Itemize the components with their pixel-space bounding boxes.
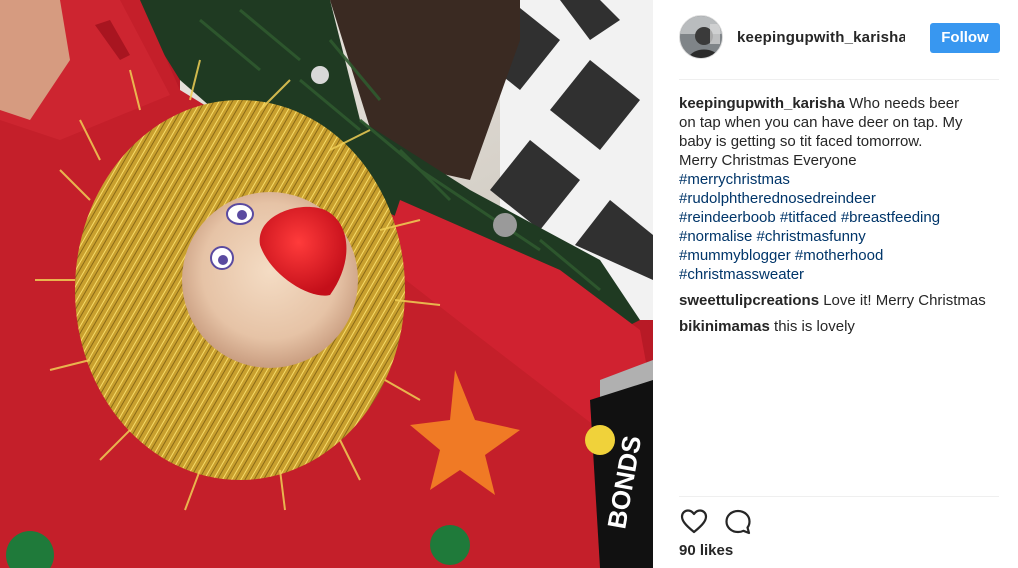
- comment-bubble-icon[interactable]: [723, 507, 753, 537]
- caption-text-line: Who needs beer: [849, 95, 960, 112]
- post-sidebar: keepingupwith_karisha Follow keepingupwi…: [653, 0, 1018, 568]
- hashtag-line: #merrychristmas: [679, 170, 999, 189]
- comment-item: bikinimamas this is lovely: [679, 317, 999, 336]
- instagram-post: BONDS keepingupwith_karisha Follow keepi…: [0, 0, 1018, 568]
- hashtag-link[interactable]: #mummyblogger: [679, 247, 791, 264]
- header-username-link[interactable]: keepingupwith_karisha: [737, 29, 905, 46]
- comment-text: this is lovely: [774, 318, 855, 335]
- hashtag-line: #reindeerboob #titfaced #breastfeeding: [679, 208, 999, 227]
- hashtag-link[interactable]: #titfaced: [780, 209, 837, 226]
- header-divider: [679, 79, 999, 80]
- hashtag-link[interactable]: #motherhood: [795, 247, 883, 264]
- post-photo[interactable]: BONDS: [0, 0, 653, 568]
- hashtag-line: #normalise #christmasfunny: [679, 227, 999, 246]
- hashtag-link[interactable]: #reindeerboob: [679, 209, 776, 226]
- hashtag-line: #mummyblogger #motherhood: [679, 246, 999, 265]
- hashtag-link[interactable]: #merrychristmas: [679, 171, 790, 188]
- likes-count[interactable]: 90 likes: [679, 542, 733, 559]
- caption-username-link[interactable]: keepingupwith_karisha: [679, 95, 845, 112]
- caption: keepingupwith_karisha Who needs beer on …: [679, 94, 999, 284]
- post-photo-image: BONDS: [0, 0, 653, 568]
- caption-text-line: Merry Christmas Everyone: [679, 152, 857, 169]
- hashtag-line: #rudolphtherednosedreindeer: [679, 189, 999, 208]
- comment-username-link[interactable]: sweettulipcreations: [679, 292, 819, 309]
- caption-text-line: baby is getting so tit faced tomorrow.: [679, 133, 923, 150]
- hashtag-link[interactable]: #rudolphtherednosedreindeer: [679, 190, 876, 207]
- hashtag-link[interactable]: #christmassweater: [679, 266, 804, 283]
- comment-username-link[interactable]: bikinimamas: [679, 318, 770, 335]
- hashtag-line: #christmassweater: [679, 265, 999, 284]
- actions-divider: [679, 496, 999, 497]
- avatar-image: [680, 16, 722, 58]
- hashtag-link[interactable]: #christmasfunny: [757, 228, 866, 245]
- hashtag-link[interactable]: #normalise: [679, 228, 752, 245]
- heart-icon[interactable]: [679, 507, 709, 537]
- post-header: keepingupwith_karisha Follow: [679, 14, 1000, 60]
- avatar[interactable]: [679, 15, 723, 59]
- follow-button[interactable]: Follow: [930, 23, 1000, 53]
- post-actions: [679, 507, 767, 537]
- comments-section: keepingupwith_karisha Who needs beer on …: [679, 94, 999, 343]
- caption-text-line: on tap when you can have deer on tap. My: [679, 114, 963, 131]
- hashtag-link[interactable]: #breastfeeding: [841, 209, 940, 226]
- comment-item: sweettulipcreations Love it! Merry Chris…: [679, 291, 999, 310]
- comment-text: Love it! Merry Christmas: [823, 292, 986, 309]
